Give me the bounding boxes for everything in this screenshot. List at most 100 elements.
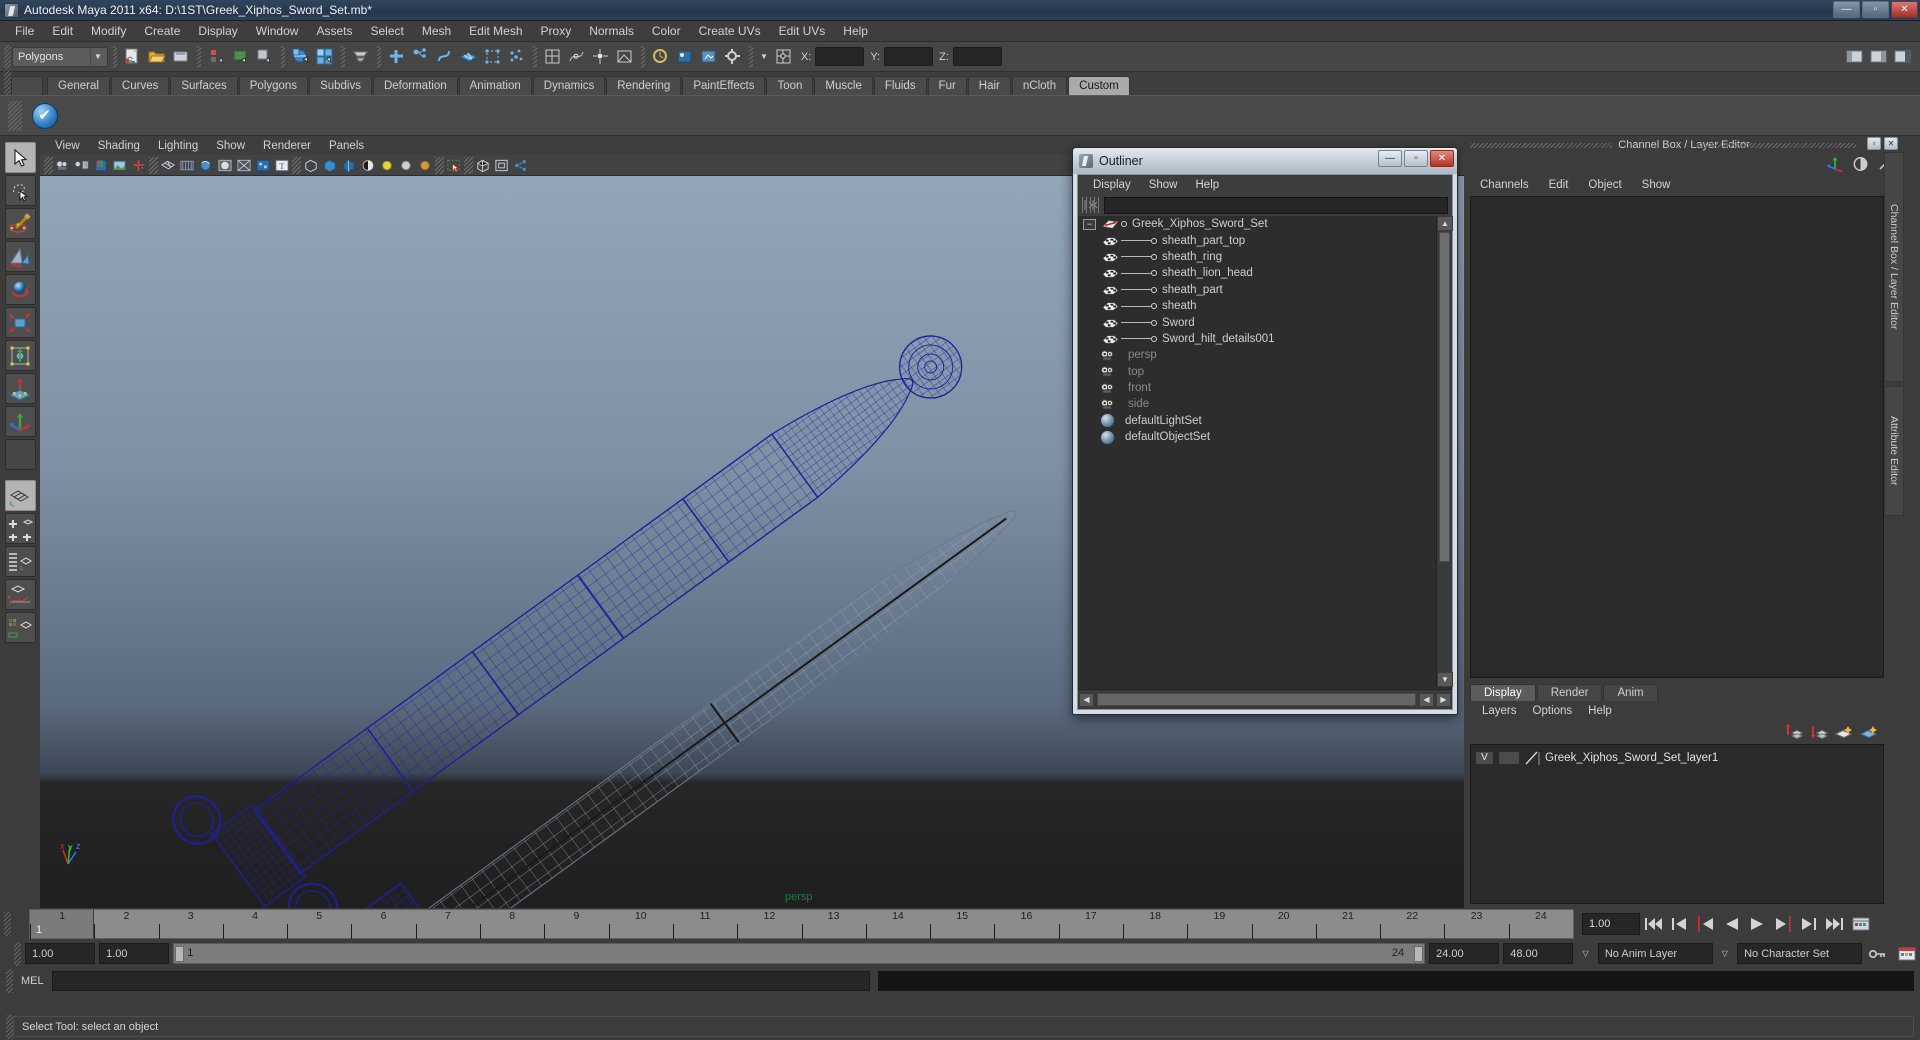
character-set-selector[interactable]: No Character Set (1737, 943, 1862, 964)
scroll-up-icon[interactable]: ▲ (1437, 216, 1453, 231)
menu-display[interactable]: Display (189, 22, 246, 40)
menu-file[interactable]: File (6, 22, 43, 40)
playback-start-time-field[interactable]: 1.00 (99, 943, 170, 964)
range-start-handle[interactable] (175, 946, 185, 962)
select-particle-icon[interactable] (505, 45, 528, 68)
vertical-tab-channel-box[interactable]: Channel Box / Layer Editor (1884, 152, 1904, 382)
tab-render[interactable]: Render (1536, 684, 1603, 701)
shelf-tab-muscle[interactable]: Muscle (814, 76, 873, 95)
outliner-item-mesh[interactable]: sheath_ring (1078, 249, 1436, 265)
image-plane-icon[interactable] (111, 156, 129, 174)
select-camera-icon[interactable] (54, 156, 72, 174)
viewport-menu-shading[interactable]: Shading (89, 139, 149, 153)
wireframe-shading-icon[interactable] (159, 156, 177, 174)
shadows-icon[interactable] (340, 156, 358, 174)
shelf-options-button[interactable] (11, 76, 43, 95)
menu-help[interactable]: Help (834, 22, 877, 40)
snap-curve-icon[interactable] (565, 45, 588, 68)
ipr-render-icon[interactable] (697, 45, 720, 68)
step-back-frame-button[interactable] (1666, 913, 1692, 935)
channel-box-restore-button[interactable]: ▫ (1867, 137, 1881, 150)
panel-drag-dots-left[interactable] (1470, 143, 1612, 148)
select-deformation-icon[interactable] (481, 45, 504, 68)
outliner-item-mesh[interactable]: Sword (1078, 314, 1436, 330)
mel-command-input[interactable] (51, 971, 870, 991)
chevron-down-icon-2[interactable]: ▼ (760, 52, 768, 61)
outliner-maximize-button[interactable]: ▫ (1404, 150, 1428, 167)
layout-four-view[interactable] (4, 513, 36, 544)
shelf-tab-dynamics[interactable]: Dynamics (532, 76, 606, 95)
layer-menu-help[interactable]: Help (1580, 704, 1620, 718)
range-slider-bar[interactable]: 1 24 (173, 943, 1426, 964)
shelf-tab-painteffects[interactable]: PaintEffects (682, 76, 766, 95)
outliner-search-input[interactable] (1104, 196, 1448, 214)
outliner-scroll-thumb[interactable] (1439, 232, 1450, 562)
menu-edit-uvs[interactable]: Edit UVs (770, 22, 835, 40)
viewport-toolbar-grip[interactable] (44, 156, 53, 174)
create-empty-layer-icon[interactable] (1834, 723, 1853, 740)
viewport-menu-lighting[interactable]: Lighting (149, 139, 207, 153)
scroll-right-icon[interactable]: ◀ (1419, 692, 1434, 707)
show-hide-sidebar-icon[interactable] (1843, 45, 1866, 68)
step-back-key-button[interactable] (1692, 913, 1718, 935)
component-mask-icon[interactable] (349, 45, 372, 68)
outliner-menu-help[interactable]: Help (1187, 178, 1229, 192)
coord-x-field[interactable] (815, 47, 865, 66)
shelf-tab-polygons[interactable]: Polygons (238, 76, 309, 95)
animation-start-time-field[interactable]: 1.00 (25, 943, 96, 964)
scroll-right-icon-2[interactable]: ▶ (1436, 692, 1451, 707)
select-curve-icon[interactable] (433, 45, 456, 68)
layer-color-swatch[interactable] (1524, 751, 1541, 765)
shelf-grip[interactable] (4, 71, 11, 95)
vertical-tab-attribute-editor[interactable]: Attribute Editor (1884, 386, 1904, 516)
shelf-tab-surfaces[interactable]: Surfaces (170, 76, 238, 95)
panel-drag-dots-right[interactable] (1696, 143, 1856, 148)
play-backwards-button[interactable] (1718, 913, 1744, 935)
outliner-item-set[interactable]: defaultLightSet (1078, 413, 1436, 429)
shelf-tab-hair[interactable]: Hair (967, 76, 1011, 95)
current-time-field[interactable]: 1.00 (1582, 913, 1640, 935)
shelf-tab-deformation[interactable]: Deformation (372, 76, 458, 95)
layer-row[interactable]: V Greek_Xiphos_Sword_Set_layer1 (1475, 749, 1879, 766)
outliner-item-set[interactable]: defaultObjectSet (1078, 429, 1436, 445)
menu-proxy[interactable]: Proxy (532, 22, 581, 40)
open-scene-icon[interactable] (145, 45, 168, 68)
snap-grid-icon[interactable] (541, 45, 564, 68)
toolbar-grip[interactable] (4, 44, 11, 69)
minimize-button[interactable]: — (1833, 1, 1860, 18)
scale-tool[interactable] (4, 307, 36, 338)
outliner-item-mesh[interactable]: sheath_part (1078, 282, 1436, 298)
two-d-pan-zoom-icon[interactable] (130, 156, 148, 174)
outliner-item-camera[interactable]: side (1078, 396, 1436, 412)
layer-menu-options[interactable]: Options (1525, 704, 1581, 718)
layout-persp-graph[interactable] (4, 579, 36, 610)
command-line-grip[interactable] (6, 969, 13, 993)
filter-icon[interactable] (1082, 197, 1100, 213)
scroll-down-icon[interactable]: ▼ (1437, 672, 1453, 687)
menu-create[interactable]: Create (135, 22, 189, 40)
viewport-menu-panels[interactable]: Panels (320, 139, 373, 153)
soft-modification-tool[interactable] (4, 373, 36, 404)
maximize-button[interactable]: ▫ (1862, 1, 1889, 18)
move-tool[interactable] (4, 241, 36, 272)
layout-single-perspective[interactable] (4, 480, 36, 511)
outliner-item-mesh[interactable]: sheath_part_top (1078, 232, 1436, 248)
show-hide-attribute-editor-icon[interactable] (1867, 45, 1890, 68)
shelf-tab-general[interactable]: General (47, 76, 110, 95)
transform-pivot-icon[interactable] (772, 45, 795, 68)
tab-anim[interactable]: Anim (1603, 684, 1658, 701)
go-to-end-button[interactable] (1822, 913, 1848, 935)
duplicate-icon[interactable] (253, 45, 276, 68)
light-yellow-icon[interactable] (378, 156, 396, 174)
close-button[interactable]: ✕ (1891, 1, 1918, 18)
xray-selection-icon[interactable] (445, 156, 463, 174)
chevron-down-icon-character-set[interactable]: ▽ (1717, 943, 1734, 964)
universal-manipulator-tool[interactable] (4, 340, 36, 371)
manipulator-icon[interactable] (1826, 156, 1844, 172)
move-layer-down-icon[interactable] (1809, 723, 1828, 740)
lasso-tool[interactable] (4, 175, 36, 206)
time-slider[interactable]: 1 1 2 3 4 5 6 7 8 9 10 11 12 13 14 15 16 17 18 19 20 21 22 23 2… (29, 909, 1574, 939)
layer-visibility-toggle[interactable]: V (1475, 750, 1494, 765)
isolate-select-frame-icon[interactable] (493, 156, 511, 174)
smooth-shade-selected-icon[interactable] (197, 156, 215, 174)
